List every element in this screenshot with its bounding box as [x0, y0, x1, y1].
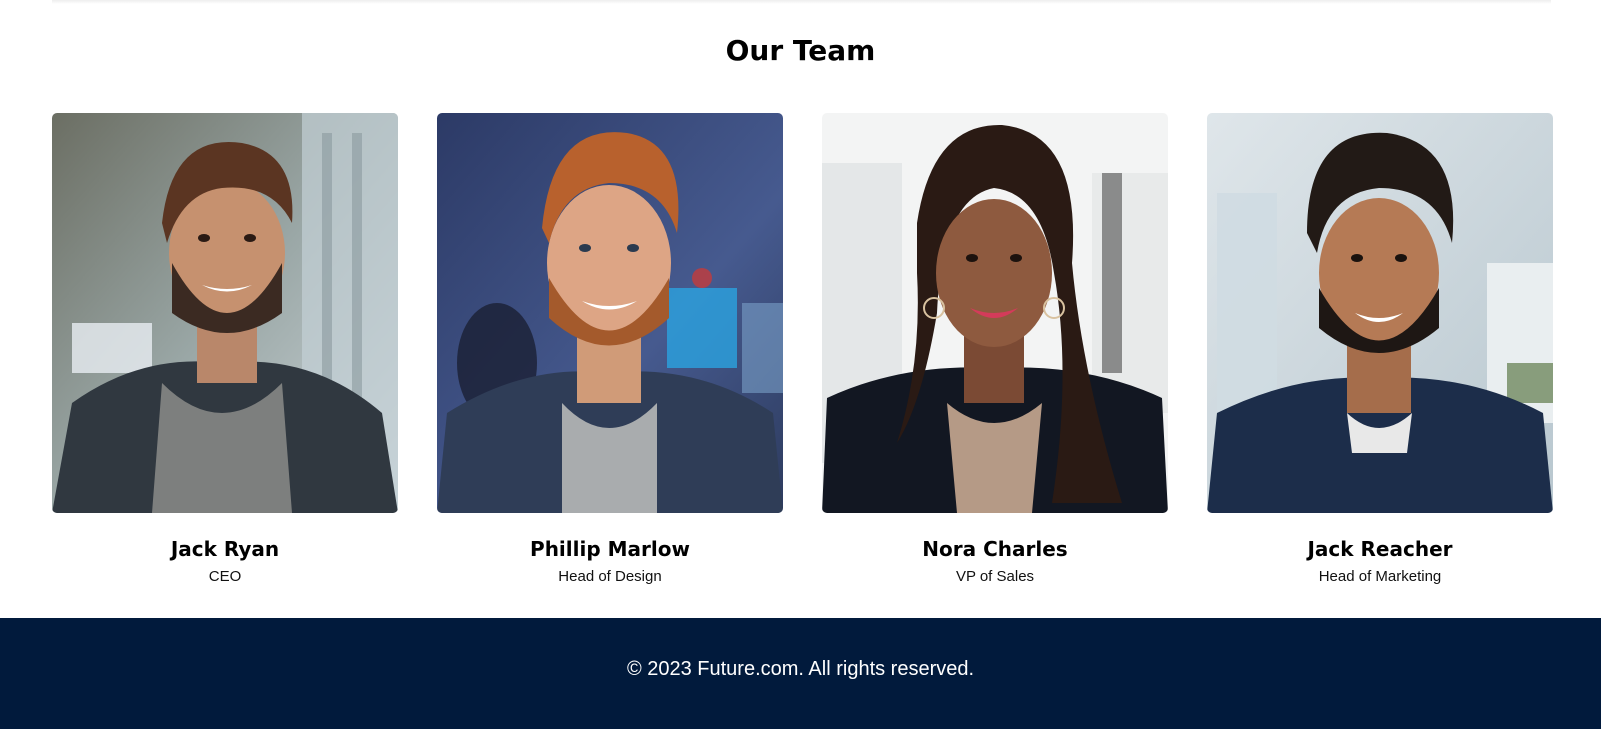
- portrait-image: [822, 113, 1168, 513]
- team-member-role: Head of Marketing: [1318, 568, 1442, 585]
- site-footer: © 2023 Future.com. All rights reserved.: [0, 618, 1601, 729]
- team-member-card: Jack Reacher Head of Marketing: [1207, 113, 1553, 587]
- portrait-image: [1207, 113, 1553, 513]
- team-page: Our Team Jack Ryan CEO Phillip Marlow He…: [0, 0, 1601, 729]
- portrait-image: [52, 113, 398, 513]
- team-member-photo: [437, 113, 783, 513]
- portrait-image: [437, 113, 783, 513]
- team-member-role: CEO: [208, 568, 242, 585]
- team-member-photo: [822, 113, 1168, 513]
- team-member-photo: [52, 113, 398, 513]
- team-member-role: VP of Sales: [955, 568, 1035, 585]
- section-divider: [52, 0, 1551, 4]
- team-member-name: Jack Ryan: [170, 537, 280, 561]
- team-section-title: Our Team: [725, 34, 876, 67]
- team-member-card: Jack Ryan CEO: [52, 113, 398, 587]
- team-member-role: Head of Design: [558, 568, 662, 585]
- team-member-card: Nora Charles VP of Sales: [822, 113, 1168, 587]
- team-member-card: Phillip Marlow Head of Design: [437, 113, 783, 587]
- team-member-name: Nora Charles: [922, 537, 1068, 561]
- team-member-photo: [1207, 113, 1553, 513]
- footer-copyright: © 2023 Future.com. All rights reserved.: [626, 658, 975, 680]
- team-member-name: Phillip Marlow: [530, 537, 690, 561]
- team-member-name: Jack Reacher: [1307, 537, 1453, 561]
